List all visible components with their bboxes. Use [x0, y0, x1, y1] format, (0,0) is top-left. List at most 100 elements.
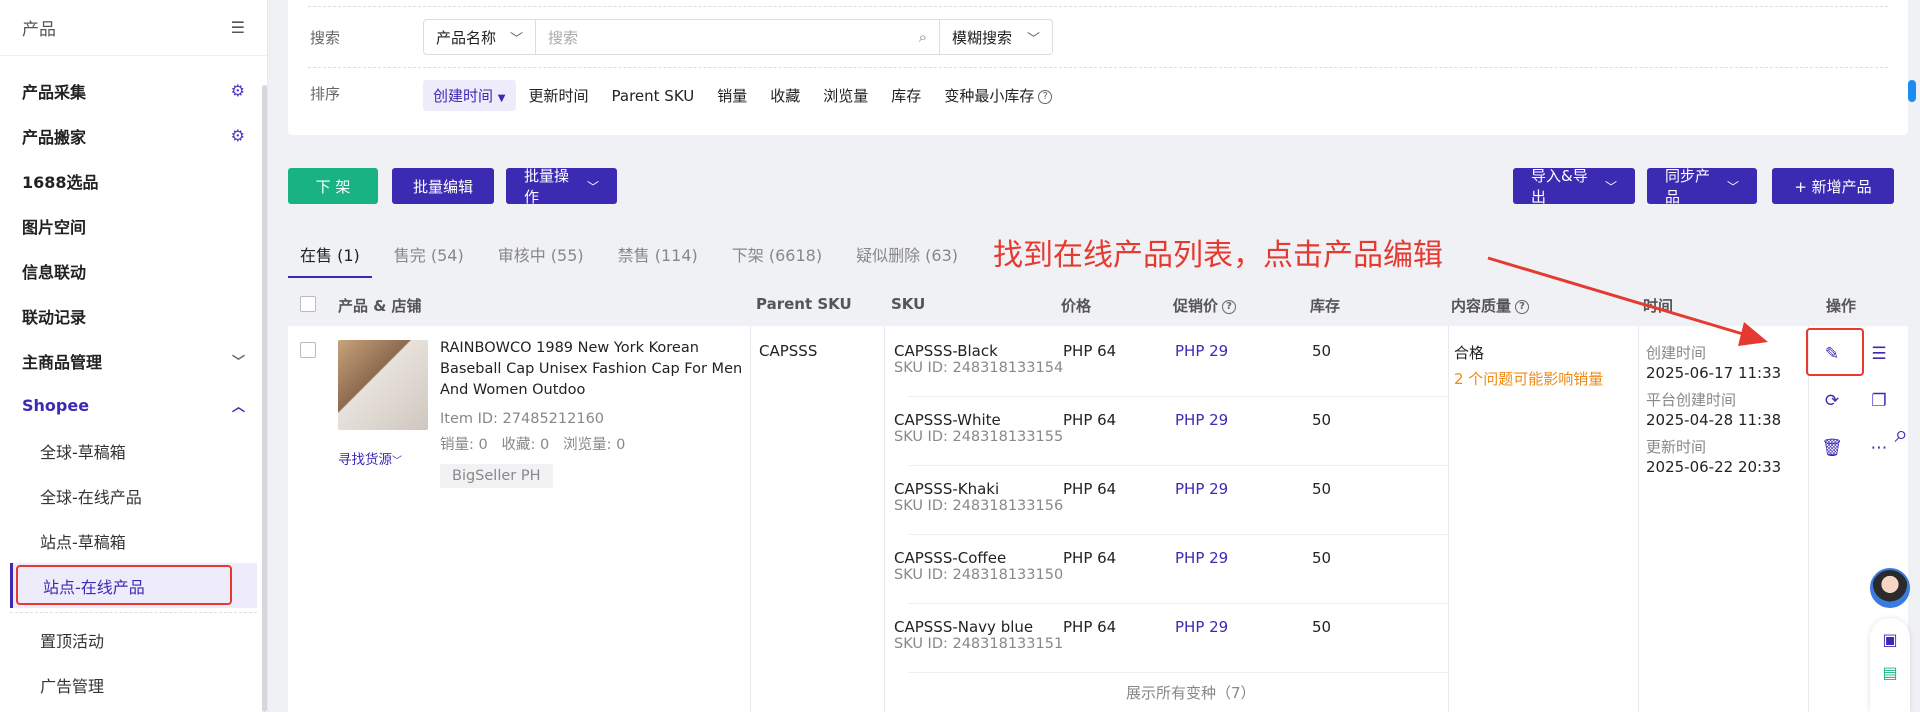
sort-sales[interactable]: 销量 — [707, 80, 757, 111]
sidebar-item-images[interactable]: 图片空间 — [0, 203, 267, 248]
header-sku: SKU — [891, 295, 926, 313]
price: PHP 64 — [1063, 411, 1117, 429]
show-all-variants[interactable]: 展示所有变种（7） — [1126, 682, 1256, 703]
sidebar-header: 产品 ☰ — [0, 0, 267, 56]
sidebar-item-move[interactable]: 产品搬家 ⚙ — [0, 113, 267, 158]
product-table: 产品 & 店铺 Parent SKU SKU 价格 促销价? 库存 内容质量? … — [288, 282, 1908, 712]
sort-updated[interactable]: 更新时间 — [519, 80, 599, 111]
header-parent-sku: Parent SKU — [756, 295, 852, 313]
sidebar-item-linkage-log[interactable]: 联动记录 — [0, 293, 267, 338]
sidebar-item-shopee[interactable]: Shopee ︿ — [0, 383, 267, 428]
promo-price[interactable]: PHP 29 — [1175, 480, 1228, 498]
promo-price[interactable]: PHP 29 — [1175, 342, 1228, 360]
search-label: 搜索 — [310, 29, 341, 47]
chat-icon[interactable]: ▣ — [1870, 630, 1910, 649]
sku-name: CAPSSS-Coffee — [894, 549, 1007, 567]
header-actions: 操作 — [1826, 297, 1857, 315]
sidebar-item-1688[interactable]: 1688选品 — [0, 158, 267, 203]
add-product-button[interactable]: + 新增产品 — [1772, 168, 1894, 204]
sidebar-item-label: 信息联动 — [22, 262, 87, 282]
sku-name: CAPSSS-Navy blue — [894, 618, 1034, 636]
tab-suspected-deleted[interactable]: 疑似删除 (63) — [844, 236, 970, 278]
search-icon[interactable]: ⌕ — [919, 28, 927, 46]
book-icon[interactable]: ▤ — [1870, 663, 1910, 682]
tab-sold-out[interactable]: 售完 (54) — [382, 236, 476, 278]
scroll-thumb[interactable] — [1908, 80, 1916, 102]
product-image[interactable] — [338, 340, 428, 430]
sidebar-sub-site-draft[interactable]: 站点-草稿箱 — [0, 518, 267, 563]
delist-button[interactable]: 下 架 — [288, 168, 378, 204]
search-float-icon[interactable]: ⌕ — [1895, 420, 1908, 448]
sidebar-sub-global-draft[interactable]: 全球-草稿箱 — [0, 428, 267, 473]
sidebar-divider — [10, 612, 257, 613]
delete-icon[interactable]: 🗑 — [1820, 436, 1844, 460]
sidebar-scrollbar[interactable] — [262, 85, 267, 712]
sidebar-item-linkage[interactable]: 信息联动 — [0, 248, 267, 293]
search-mode-select[interactable]: 模糊搜索 ﹀ — [940, 20, 1052, 54]
sort-created[interactable]: 创建时间 ▼ — [423, 80, 516, 111]
sort-views[interactable]: 浏览量 — [813, 80, 878, 111]
bulk-edit-button[interactable]: 批量编辑 — [392, 168, 494, 204]
sku-id: SKU ID: 248318133156 — [894, 498, 1064, 514]
stock: 50 — [1312, 411, 1332, 429]
sidebar-sub-ads[interactable]: 广告管理 — [0, 662, 267, 707]
promo-price[interactable]: PHP 29 — [1175, 618, 1228, 636]
sidebar-item-label: 1688选品 — [22, 172, 99, 192]
avatar[interactable] — [1870, 568, 1910, 608]
collapse-menu-icon[interactable]: ☰ — [231, 18, 245, 37]
sync-products-button[interactable]: 同步产品 ﹀ — [1647, 167, 1757, 206]
platform-time: 2025-04-28 11:38 — [1646, 411, 1782, 429]
sidebar-item-master[interactable]: 主商品管理 ﹀ — [0, 338, 267, 383]
quality-status: 合格 — [1454, 344, 1485, 362]
created-time-label: 创建时间 — [1646, 344, 1707, 362]
select-all-checkbox[interactable] — [300, 296, 316, 312]
stock: 50 — [1312, 618, 1332, 636]
page-scrollbar[interactable] — [1906, 0, 1920, 712]
sidebar-item-collect[interactable]: 产品采集 ⚙ — [0, 68, 267, 113]
tab-delisted[interactable]: 下架 (6618) — [720, 236, 834, 278]
search-input[interactable]: 搜索 ⌕ — [536, 20, 940, 54]
import-export-button[interactable]: 导入&导出 ﹀ — [1513, 167, 1635, 206]
sku-cell: CAPSSS-Khaki SKU ID: 248318133156 — [894, 480, 1063, 514]
copy-icon[interactable]: ❐ — [1867, 389, 1891, 413]
gear-icon[interactable]: ⚙ — [231, 81, 245, 100]
promo-price[interactable]: PHP 29 — [1175, 411, 1228, 429]
sku-cell: CAPSSS-White SKU ID: 248318133155 — [894, 411, 1063, 445]
tab-banned[interactable]: 禁售 (114) — [606, 236, 710, 278]
sort-min-variant-stock[interactable]: 变种最小库存? — [934, 80, 1062, 111]
sort-stock[interactable]: 库存 — [881, 80, 931, 111]
sort-label-text: 变种最小库存 — [944, 87, 1035, 105]
search-bar: 产品名称 ﹀ 搜索 ⌕ 模糊搜索 ﹀ — [423, 19, 1053, 55]
help-icon[interactable]: ? — [1515, 299, 1530, 314]
more-icon[interactable]: ⋯ — [1867, 436, 1891, 460]
quality-warning[interactable]: 2 个问题可能影响销量 — [1454, 368, 1603, 389]
search-placeholder: 搜索 — [548, 28, 579, 47]
stock: 50 — [1312, 342, 1332, 360]
tab-reviewing[interactable]: 审核中 (55) — [486, 236, 596, 278]
tab-on-sale[interactable]: 在售 (1) — [288, 236, 372, 278]
header-label: 促销价 — [1173, 297, 1219, 315]
chevron-down-icon: ﹀ — [392, 456, 402, 467]
status-tabs: 在售 (1) 售完 (54) 审核中 (55) 禁售 (114) 下架 (661… — [288, 236, 980, 278]
price: PHP 64 — [1063, 618, 1117, 636]
sync-icon[interactable]: ⟳ — [1820, 389, 1844, 413]
sidebar-sub-pin[interactable]: 置顶活动 — [0, 617, 267, 662]
help-icon[interactable]: ? — [1222, 299, 1237, 314]
sort-favorites[interactable]: 收藏 — [760, 80, 810, 111]
sort-list-icon[interactable]: ☰ — [1867, 342, 1891, 366]
search-field-select[interactable]: 产品名称 ﹀ — [424, 20, 536, 54]
bulk-ops-button[interactable]: 批量操作 ﹀ — [506, 167, 617, 206]
product-title[interactable]: RAINBOWCO 1989 New York Korean Baseball … — [440, 338, 745, 401]
row-divider — [908, 603, 1448, 604]
sidebar-item-label: 产品采集 — [22, 82, 87, 102]
button-label: 导入&导出 — [1531, 167, 1588, 206]
sidebar-sub-global-online[interactable]: 全球-在线产品 — [0, 473, 267, 518]
chevron-down-icon: ﹀ — [1726, 179, 1739, 194]
promo-price[interactable]: PHP 29 — [1175, 549, 1228, 567]
sku-name: CAPSSS-Khaki — [894, 480, 1000, 498]
find-source-link[interactable]: 寻找货源﹀ — [338, 448, 402, 468]
gear-icon[interactable]: ⚙ — [231, 126, 245, 145]
row-checkbox[interactable] — [300, 342, 316, 358]
sort-parent-sku[interactable]: Parent SKU — [602, 82, 705, 110]
help-icon[interactable]: ? — [1038, 89, 1053, 104]
